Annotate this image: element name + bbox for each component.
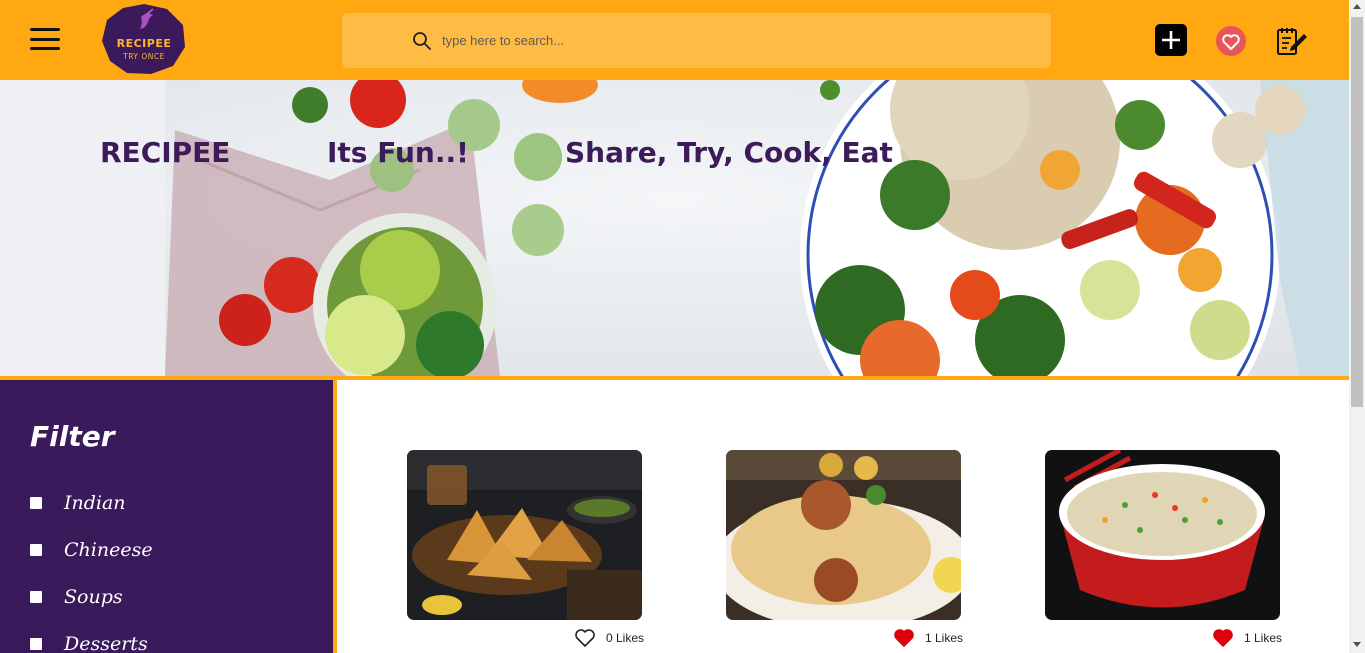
like-section: 1 Likes <box>893 628 963 648</box>
heart-outline-icon[interactable] <box>574 628 596 648</box>
like-section: 1 Likes <box>1212 628 1282 648</box>
recipe-image[interactable] <box>1045 450 1280 620</box>
page-scrollbar[interactable] <box>1349 0 1365 653</box>
scroll-up-arrow-icon[interactable] <box>1353 4 1361 9</box>
samosa-photo <box>407 450 642 620</box>
plus-icon <box>1162 31 1180 49</box>
menu-icon[interactable] <box>30 28 60 52</box>
sidebar-divider <box>333 380 337 653</box>
recipe-note-icon <box>1277 28 1307 55</box>
filter-option-label: Indian <box>64 492 126 514</box>
hero-banner: RECIPEE Its Fun..! Share, Try, Cook, Eat <box>0 80 1349 376</box>
search-icon[interactable] <box>412 31 432 51</box>
site-logo[interactable]: RECIPEE TRY ONCE <box>101 3 187 75</box>
filter-option-label: Desserts <box>64 633 148 653</box>
heart-icon <box>1216 26 1246 56</box>
recipe-card[interactable] <box>407 450 642 620</box>
like-count: 1 Likes <box>925 631 964 645</box>
heart-filled-icon[interactable] <box>1212 628 1234 648</box>
scrollbar-thumb[interactable] <box>1351 17 1363 407</box>
scroll-down-arrow-icon[interactable] <box>1353 642 1361 647</box>
fried-rice-photo <box>1045 450 1280 620</box>
filter-option-chineese[interactable]: Chineese <box>30 537 153 563</box>
recipe-card[interactable] <box>1045 450 1280 620</box>
filter-checkbox[interactable] <box>30 544 42 556</box>
filter-checkbox[interactable] <box>30 591 42 603</box>
filter-option-desserts[interactable]: Desserts <box>30 631 148 653</box>
heart-filled-icon[interactable] <box>893 628 915 648</box>
search-input[interactable] <box>442 29 1022 51</box>
recipe-image[interactable] <box>726 450 961 620</box>
filter-option-label: Soups <box>64 586 123 608</box>
recipe-image[interactable] <box>407 450 642 620</box>
logo-tagline: TRY ONCE <box>123 52 165 61</box>
banner-tagline-text: Its Fun..! <box>327 136 469 169</box>
biryani-photo <box>726 450 961 620</box>
top-navbar: RECIPEE TRY ONCE <box>0 0 1349 80</box>
logo-title: RECIPEE <box>116 37 172 50</box>
like-section: 0 Likes <box>574 628 644 648</box>
banner-slogan-text: Share, Try, Cook, Eat <box>565 136 893 169</box>
filter-option-label: Chineese <box>64 539 153 561</box>
banner-brand-text: RECIPEE <box>100 136 231 169</box>
filter-option-indian[interactable]: Indian <box>30 490 126 516</box>
filter-checkbox[interactable] <box>30 638 42 650</box>
search-bar <box>342 13 1051 68</box>
like-count: 1 Likes <box>1244 631 1283 645</box>
add-recipe-button[interactable] <box>1155 24 1187 56</box>
food-banner-image <box>0 80 1349 376</box>
recipe-card[interactable] <box>726 450 961 620</box>
filter-title: Filter <box>30 420 115 453</box>
my-recipes-button[interactable] <box>1274 24 1308 58</box>
filter-checkbox[interactable] <box>30 497 42 509</box>
filter-option-soups[interactable]: Soups <box>30 584 123 610</box>
like-count: 0 Likes <box>606 631 645 645</box>
favorites-button[interactable] <box>1215 25 1247 57</box>
